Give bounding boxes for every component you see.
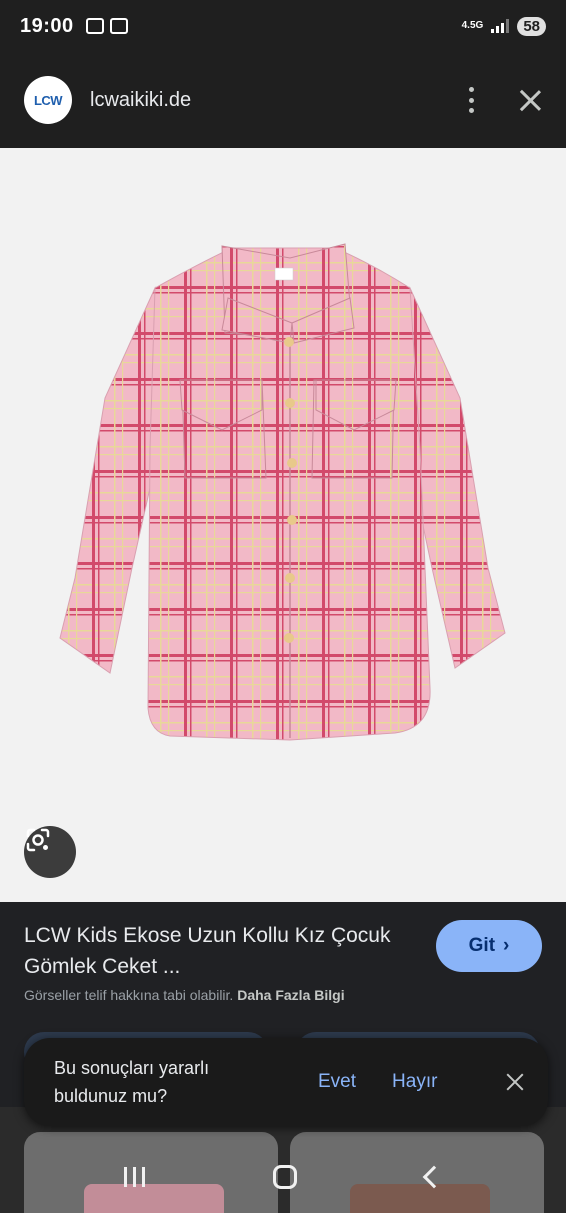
feedback-no-button[interactable]: Hayır <box>392 1071 437 1093</box>
close-icon[interactable] <box>518 88 542 112</box>
screenshot-icon <box>85 18 104 34</box>
site-logo[interactable]: LCW <box>24 76 72 124</box>
header-actions <box>468 87 542 113</box>
plaid-shirt-illustration <box>59 243 506 741</box>
site-domain[interactable]: lcwaikiki.de <box>90 89 191 112</box>
logo-text: LCW <box>33 92 63 108</box>
recents-icon[interactable] <box>124 1166 146 1187</box>
copyright-text: Görseller telif hakkına tabi olabilir. <box>24 987 234 1003</box>
more-vert-icon[interactable] <box>468 87 474 113</box>
google-lens-icon[interactable] <box>24 826 76 878</box>
result-title[interactable]: LCW Kids Ekose Uzun Kollu Kız Çocuk Göml… <box>24 920 404 982</box>
status-time: 19:00 <box>20 14 74 37</box>
product-image[interactable] <box>0 148 566 902</box>
status-right: 4.5G 58 <box>461 16 546 36</box>
battery-indicator: 58 <box>517 16 546 36</box>
preview-header: LCW lcwaikiki.de <box>0 52 566 148</box>
chevron-right-icon: › <box>503 935 510 956</box>
status-bar: 19:00 4.5G 58 <box>0 0 566 52</box>
visit-button-label: Git <box>468 935 496 956</box>
network-type: 4.5G <box>461 20 484 31</box>
system-nav-bar <box>0 1140 566 1213</box>
copyright-notice: Görseller telif hakkına tabi olabilir. D… <box>24 987 345 1003</box>
home-icon[interactable] <box>273 1164 298 1189</box>
visit-button[interactable]: Git › <box>436 920 542 972</box>
close-icon[interactable] <box>506 1073 524 1091</box>
feedback-toast: Bu sonuçları yararlı buldunuz mu? Evet H… <box>24 1038 548 1126</box>
notification-icons <box>85 18 128 34</box>
feedback-question: Bu sonuçları yararlı buldunuz mu? <box>54 1058 210 1106</box>
back-icon[interactable] <box>422 1165 446 1188</box>
gallery-icon <box>109 18 128 34</box>
signal-icon <box>491 19 510 33</box>
more-info-link[interactable]: Daha Fazla Bilgi <box>237 987 344 1003</box>
feedback-yes-button[interactable]: Evet <box>318 1071 356 1093</box>
